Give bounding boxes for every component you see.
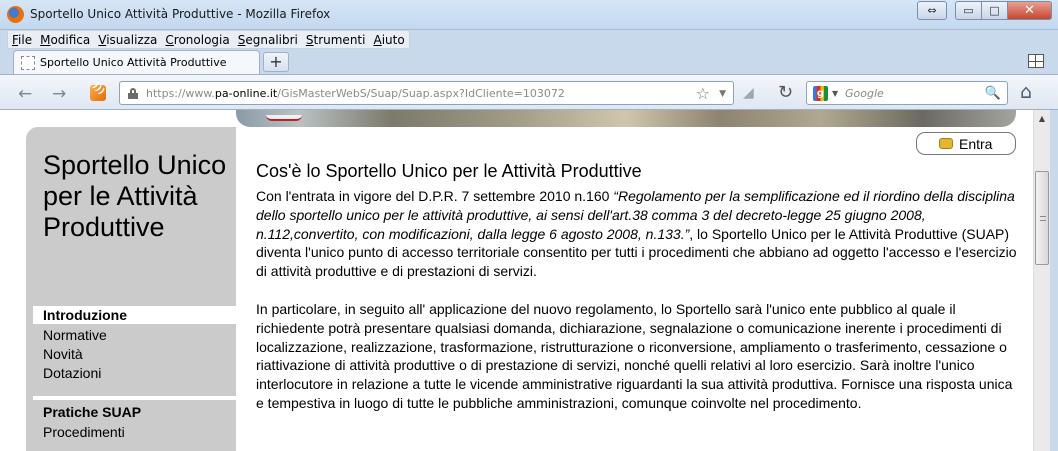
tab-active[interactable]: Sportello Unico Attività Produttive (13, 50, 260, 74)
search-engine-dropdown-icon[interactable]: ▼ (832, 89, 838, 98)
menubar: File Modifica Visualizza Cronologia Segn… (7, 30, 410, 49)
vertical-scrollbar[interactable]: ▲ (1033, 110, 1050, 451)
firefox-icon (7, 6, 24, 23)
search-input[interactable]: Google (845, 87, 884, 100)
main-content: Cos'è lo Sportello Unico per le Attività… (256, 161, 1022, 413)
smartcard-chip-icon (939, 138, 953, 149)
nav-introduzione[interactable]: Introduzione (43, 307, 127, 323)
paragraph-intro: Con l'entrata in vigore del D.P.R. 7 set… (256, 187, 1022, 281)
menu-segnalibri-rest: egnalibri (245, 33, 298, 47)
menu-cronologia[interactable]: Cronologia (161, 31, 233, 48)
menu-visualizza[interactable]: Visualizza (94, 31, 161, 48)
navigation-toolbar: ← → https://www.pa-online.it/GisMasterWe… (0, 74, 1058, 110)
minimize-button[interactable]: ▭ (955, 1, 982, 20)
intro-start: Con l'entrata in vigore del D.P.R. 7 set… (256, 188, 614, 204)
menu-file-rest: ile (18, 33, 33, 47)
tab-strip: Sportello Unico Attività Produttive + (0, 50, 1058, 74)
nav-procedimenti[interactable]: Procedimenti (43, 424, 125, 440)
menu-cronologia-rest: ronologia (173, 33, 230, 47)
menu-strumenti-accel: S (305, 33, 314, 47)
sidebar-divider (33, 396, 236, 400)
url-domain: pa-online.it (214, 87, 278, 100)
home-icon[interactable]: ⌂ (1020, 81, 1032, 103)
menu-strumenti[interactable]: Strumenti (302, 31, 370, 48)
login-label: Entra (959, 136, 993, 152)
window-border (1050, 110, 1058, 451)
reload-icon[interactable]: ↻ (778, 82, 793, 103)
menu-modifica-rest: odifica (50, 33, 91, 47)
menu-aiuto-rest: iuto (381, 33, 405, 47)
window-titlebar: Sportello Unico Attività Produttive - Mo… (0, 0, 1058, 30)
forward-arrow-icon[interactable]: → (52, 84, 66, 104)
menu-strumenti-rest: trumenti (313, 33, 366, 47)
login-button[interactable]: Entra (916, 132, 1016, 155)
tab-groups-icon[interactable] (1028, 54, 1044, 68)
menu-cronologia-accel: C (165, 33, 174, 47)
menu-modifica[interactable]: Modifica (36, 31, 94, 48)
rss-feed-icon[interactable] (90, 85, 106, 101)
scroll-thumb[interactable] (1035, 171, 1049, 265)
feed-subscribe-icon[interactable]: ◢ (743, 85, 754, 101)
scroll-up-icon[interactable]: ▲ (1034, 110, 1050, 127)
window-controls: ⇔ ▭ □ ✕ (917, 1, 1052, 20)
maximize-button[interactable]: □ (982, 1, 1008, 20)
boat-image (266, 115, 302, 121)
restore-down-icon[interactable]: ⇔ (917, 1, 947, 20)
menu-segnalibri[interactable]: Segnalibri (234, 31, 302, 48)
menu-aiuto[interactable]: Aiuto (369, 31, 408, 48)
window-title: Sportello Unico Attività Produttive - Mo… (30, 7, 331, 21)
header-photo (236, 110, 1016, 127)
search-bar[interactable]: g ▼ Google 🔍 (806, 81, 1008, 105)
menu-visualizza-rest: isualizza (106, 33, 158, 47)
nav-novita[interactable]: Novità (43, 346, 83, 362)
address-bar[interactable]: https://www.pa-online.it/GisMasterWebS/S… (119, 81, 734, 105)
menu-aiuto-accel: A (373, 33, 382, 47)
menu-file[interactable]: File (8, 31, 36, 48)
google-icon[interactable]: g (813, 86, 828, 101)
new-tab-button[interactable]: + (263, 52, 289, 72)
lock-icon[interactable] (128, 88, 138, 99)
tab-label: Sportello Unico Attività Produttive (40, 56, 227, 69)
url-text[interactable]: https://www.pa-online.it/GisMasterWebS/S… (146, 87, 565, 100)
back-arrow-icon[interactable]: ← (18, 84, 32, 104)
sidebar-title: Sportello Unico per le Attività Produtti… (43, 150, 227, 242)
url-prefix: https://www. (146, 87, 215, 100)
nav-normative[interactable]: Normative (43, 327, 107, 343)
page-title: Cos'è lo Sportello Unico per le Attività… (256, 161, 642, 181)
page-icon (21, 56, 35, 70)
url-history-dropdown-icon[interactable]: ▼ (719, 89, 726, 99)
section-header-pratiche: Pratiche SUAP (43, 404, 142, 420)
search-icon[interactable]: 🔍 (985, 86, 1001, 101)
menu-modifica-accel: M (40, 33, 51, 47)
bookmark-star-icon[interactable]: ☆ (696, 84, 710, 103)
sidebar: Sportello Unico per le Attività Produtti… (26, 127, 236, 451)
close-button[interactable]: ✕ (1008, 1, 1052, 20)
url-path: /GisMasterWebS/Suap/Suap.aspx?IdCliente=… (277, 87, 565, 100)
nav-dotazioni[interactable]: Dotazioni (43, 365, 101, 381)
paragraph-details: In particolare, in seguito all' applicaz… (256, 300, 1013, 411)
page-viewport: Sportello Unico per le Attività Produtti… (0, 110, 1058, 451)
